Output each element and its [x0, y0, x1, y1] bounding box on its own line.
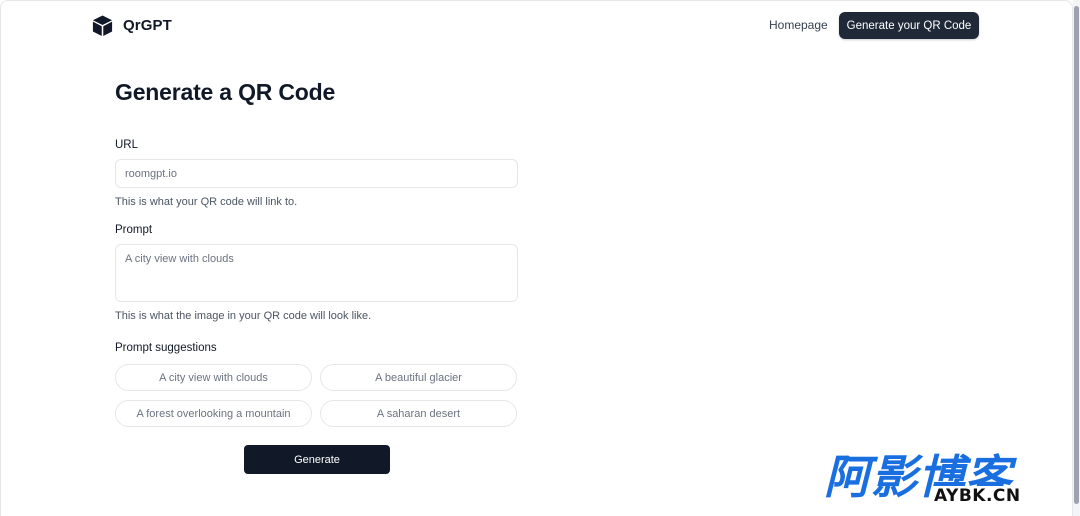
url-input[interactable]: roomgpt.io	[115, 159, 518, 188]
suggestion-chip[interactable]: A city view with clouds	[115, 364, 312, 391]
generate-qr-nav-button[interactable]: Generate your QR Code	[839, 12, 979, 39]
prompt-suggestions-label: Prompt suggestions	[115, 342, 217, 354]
prompt-textarea-placeholder: A city view with clouds	[125, 253, 234, 265]
watermark: 阿影博客 AYBK.CN	[824, 452, 1064, 512]
suggestion-chip[interactable]: A saharan desert	[320, 400, 517, 427]
watermark-en-text: AYBK.CN	[932, 486, 1023, 506]
nav-homepage-link[interactable]: Homepage	[769, 18, 828, 32]
url-label: URL	[115, 139, 139, 151]
scrollbar-thumb[interactable]	[1074, 6, 1079, 504]
suggestion-chip[interactable]: A forest overlooking a mountain	[115, 400, 312, 427]
page-title: Generate a QR Code	[115, 79, 336, 105]
suggestion-chip[interactable]: A beautiful glacier	[320, 364, 517, 391]
url-input-placeholder: roomgpt.io	[125, 167, 177, 180]
prompt-help-text: This is what the image in your QR code w…	[115, 310, 372, 322]
url-help-text: This is what your QR code will link to.	[115, 196, 298, 208]
top-nav: QrGPT Homepage Generate your QR Code	[0, 0, 1073, 52]
cube-icon	[92, 15, 113, 37]
brand-logo[interactable]: QrGPT	[91, 14, 172, 37]
brand-name: QrGPT	[123, 17, 172, 34]
vertical-scrollbar[interactable]	[1073, 0, 1080, 516]
prompt-textarea[interactable]: A city view with clouds	[115, 244, 518, 302]
prompt-label: Prompt	[115, 224, 153, 236]
generate-button[interactable]: Generate	[244, 445, 390, 474]
